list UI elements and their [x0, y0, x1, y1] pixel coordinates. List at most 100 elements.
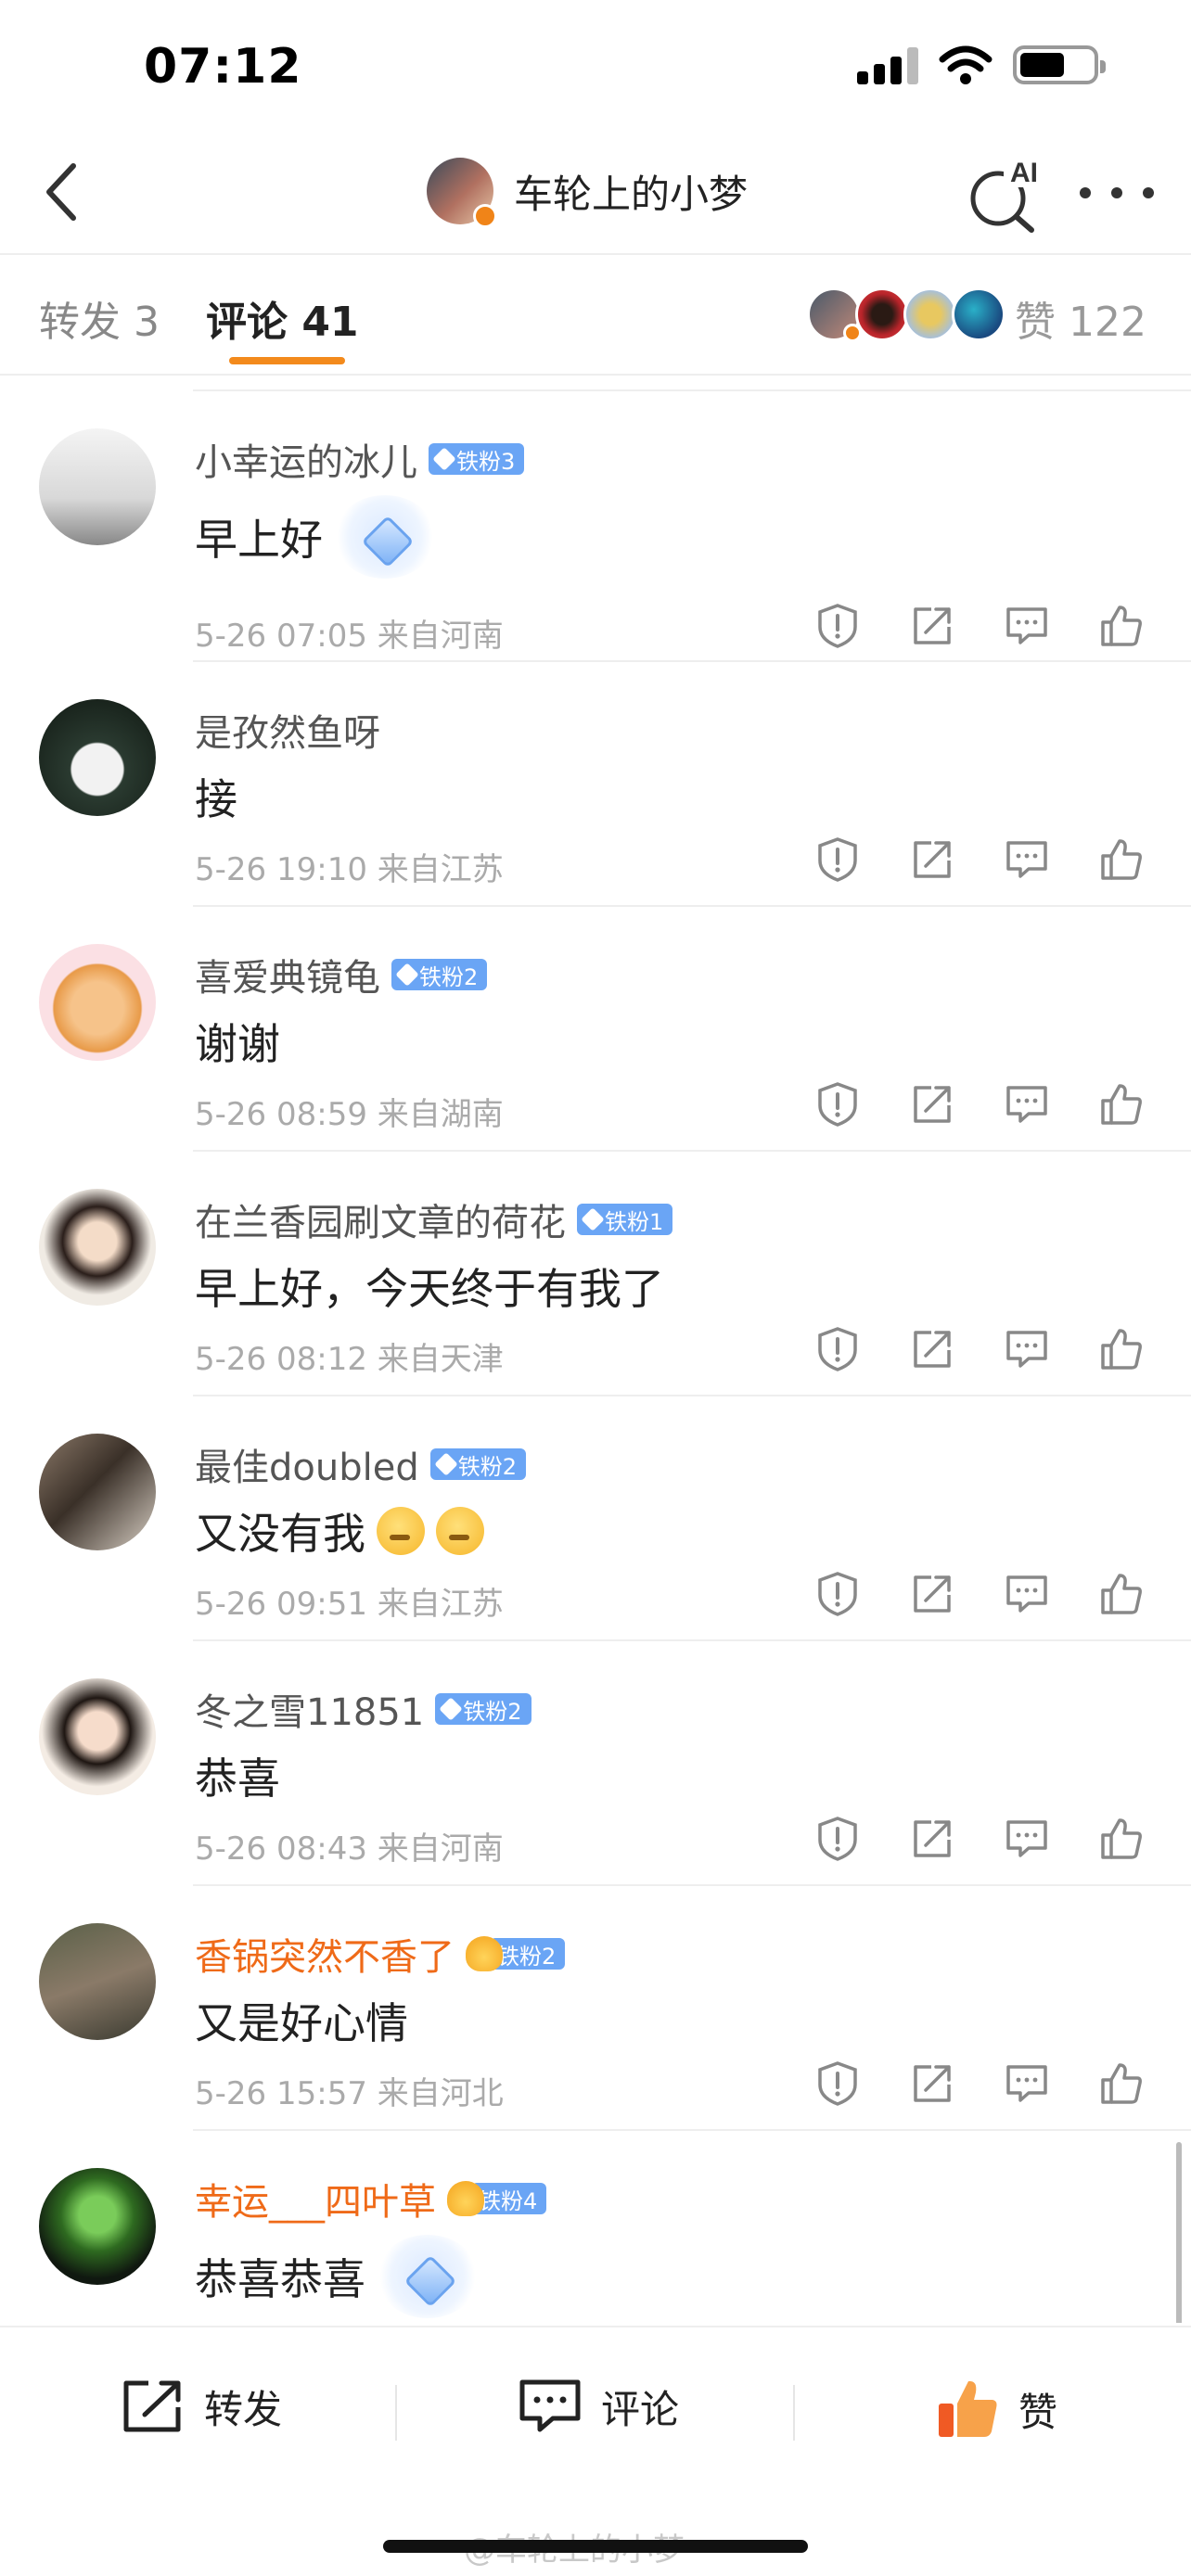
reply-button[interactable] [1002, 1814, 1052, 1864]
diamond-icon [581, 1207, 605, 1231]
username[interactable]: 是孜然鱼呀 [195, 703, 380, 757]
report-button[interactable] [813, 1324, 863, 1374]
reply-button[interactable] [1002, 835, 1052, 885]
tab-comments[interactable]: 评论 41 [206, 288, 359, 348]
share-button[interactable] [907, 601, 957, 651]
like-button[interactable] [1096, 1324, 1146, 1374]
reply-button[interactable] [1002, 601, 1052, 651]
comment-item[interactable]: 是孜然鱼呀 接 5-26 19:10 来自江苏 [0, 662, 1191, 907]
comment-actions [813, 1569, 1146, 1619]
more-dot-icon [1111, 187, 1122, 198]
share-button[interactable] [907, 1079, 957, 1129]
comment-time: 5-26 07:05 [195, 618, 367, 655]
reply-button[interactable] [1002, 1079, 1052, 1129]
ai-search-button[interactable]: AI [967, 156, 1044, 234]
comment-time: 5-26 19:10 [195, 851, 367, 888]
like-button[interactable] [1096, 1814, 1146, 1864]
report-button[interactable] [813, 1814, 863, 1864]
share-button[interactable] [907, 2059, 957, 2109]
comment-header: 最佳doubled 铁粉2 [195, 1437, 526, 1491]
comment-item[interactable]: 在兰香园刷文章的荷花 铁粉1 早上好，今天终于有我了 5-26 08:12 来自… [0, 1152, 1191, 1396]
comment-button[interactable]: 评论 [518, 2378, 679, 2435]
nav-title-group[interactable]: 车轮上的小梦 [427, 158, 748, 228]
like-button[interactable] [1096, 2059, 1146, 2109]
avatar[interactable] [39, 2168, 156, 2285]
reply-button[interactable] [1002, 2059, 1052, 2109]
comment-location: 来自湖南 [377, 1096, 504, 1133]
report-button[interactable] [813, 1079, 863, 1129]
divider [793, 2385, 795, 2441]
like-button[interactable] [1096, 601, 1146, 651]
home-indicator[interactable] [383, 2540, 808, 2553]
liker-avatars[interactable] [807, 287, 1005, 342]
more-button[interactable] [1080, 174, 1154, 211]
fan-badge-label: 铁粉4 [479, 2187, 538, 2214]
comment-actions [813, 1814, 1146, 1864]
comment-time: 5-26 15:57 [195, 2075, 367, 2112]
comment-location: 来自天津 [377, 1341, 504, 1378]
username[interactable]: 喜爱典镜龟 [195, 948, 380, 1001]
avatar[interactable] [39, 1923, 156, 2040]
like-button[interactable] [1096, 1079, 1146, 1129]
comment-meta: 5-26 19:10 来自江苏 [195, 844, 504, 889]
username[interactable]: 冬之雪11851 [195, 1682, 424, 1736]
username[interactable]: 香锅突然不香了 [195, 1927, 455, 1981]
share-button[interactable] [907, 1324, 957, 1374]
report-icon [818, 1572, 857, 1616]
repost-button[interactable]: 转发 [121, 2378, 282, 2435]
username[interactable]: 最佳doubled [195, 1437, 419, 1491]
report-button[interactable] [813, 835, 863, 885]
bottom-action-bar: 转发 评论 赞 @车轮上的小梦 [0, 2326, 1191, 2576]
share-button[interactable] [907, 835, 957, 885]
diamond-icon [395, 963, 419, 987]
thumbs-up-icon [1101, 1084, 1142, 1125]
back-button[interactable] [28, 159, 93, 224]
like-label: 赞 [1018, 2389, 1058, 2435]
comment-body: 恭喜恭喜 [195, 2235, 479, 2318]
reply-icon [1006, 1820, 1047, 1857]
ai-search-icon: AI [970, 158, 1044, 233]
like-button[interactable] [1096, 835, 1146, 885]
likes-count[interactable]: 赞 122 [1015, 288, 1146, 348]
report-button[interactable] [813, 601, 863, 651]
report-icon [818, 1327, 857, 1371]
comment-item[interactable]: 小幸运的冰儿 铁粉3 早上好 5-26 07:05 来自河南 [0, 391, 1191, 662]
comment-item[interactable]: 冬之雪11851 铁粉2 恭喜 5-26 08:43 来自河南 [0, 1641, 1191, 1886]
avatar[interactable] [39, 1189, 156, 1306]
comment-time: 5-26 08:12 [195, 1341, 367, 1378]
comment-header: 在兰香园刷文章的荷花 铁粉1 [195, 1192, 673, 1246]
comment-meta: 5-26 09:51 来自江苏 [195, 1578, 504, 1624]
avatar[interactable] [39, 1678, 156, 1795]
thumbs-up-icon [1101, 839, 1142, 880]
avatar[interactable] [39, 1434, 156, 1550]
comment-item[interactable]: 喜爱典镜龟 铁粉2 谢谢 5-26 08:59 来自湖南 [0, 907, 1191, 1152]
avatar[interactable] [39, 699, 156, 816]
share-button[interactable] [907, 1814, 957, 1864]
tab-repost[interactable]: 转发 3 [39, 288, 160, 348]
comment-text: 接 [195, 774, 237, 824]
scrollbar[interactable] [1176, 2142, 1182, 2323]
comment-list[interactable]: 小幸运的冰儿 铁粉3 早上好 5-26 07:05 来自河南 是孜然鱼呀 接 5… [0, 376, 1191, 2323]
avatar[interactable] [39, 428, 156, 545]
comment-header: 小幸运的冰儿 铁粉3 [195, 432, 525, 486]
like-bottom-button[interactable]: 赞 [935, 2378, 1057, 2441]
username[interactable]: 幸运___四叶草 [195, 2172, 436, 2225]
liker-avatar [855, 287, 909, 341]
comment-text: 早上好 [195, 515, 323, 565]
status-icons [857, 45, 1106, 85]
reply-button[interactable] [1002, 1569, 1052, 1619]
username[interactable]: 在兰香园刷文章的荷花 [195, 1192, 566, 1246]
reply-button[interactable] [1002, 1324, 1052, 1374]
comment-item[interactable]: 幸运___四叶草 铁粉4 恭喜恭喜 [0, 2131, 1191, 2323]
report-button[interactable] [813, 1569, 863, 1619]
report-button[interactable] [813, 2059, 863, 2109]
comment-item[interactable]: 香锅突然不香了 铁粉2 又是好心情 5-26 15:57 来自河北 [0, 1886, 1191, 2131]
comment-actions [813, 1079, 1146, 1129]
avatar[interactable] [39, 944, 156, 1061]
comment-item[interactable]: 最佳doubled 铁粉2 又没有我 5-26 09:51 来自江苏 [0, 1396, 1191, 1641]
comment-location: 来自江苏 [377, 851, 504, 888]
username[interactable]: 小幸运的冰儿 [195, 432, 417, 486]
share-button[interactable] [907, 1569, 957, 1619]
like-button[interactable] [1096, 1569, 1146, 1619]
comment-text: 早上好，今天终于有我了 [195, 1264, 664, 1314]
